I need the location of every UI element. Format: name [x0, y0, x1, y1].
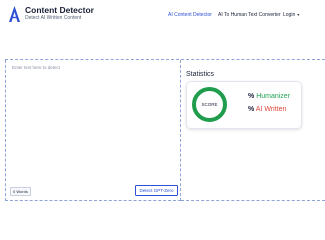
score-card: SCORE % Humanizer % AI Written [186, 81, 302, 129]
chevron-down-icon: ▾ [297, 12, 300, 17]
nav-ai-to-human-converter[interactable]: AI To Human Text Converter [218, 12, 281, 18]
score-label: SCORE [201, 102, 218, 107]
humanizer-percent: % [248, 93, 255, 100]
word-count-badge: 0 Words [10, 187, 31, 196]
login-label: Login [283, 12, 296, 18]
brand-subtitle: Detect AI Written Content [25, 15, 82, 21]
score-gauge: SCORE [190, 85, 229, 124]
header: Content Detector Detect AI Written Conte… [0, 0, 325, 32]
ai-written-result: % AI Written [248, 106, 286, 113]
statistics-title: Statistics [186, 71, 215, 78]
ai-written-percent: % [248, 106, 255, 113]
login-menu[interactable]: Login ▾ [283, 12, 299, 18]
ai-written-label: AI Written [255, 106, 287, 113]
humanizer-result: % Humanizer [248, 93, 290, 100]
letter-a-logo-icon[interactable] [8, 5, 21, 23]
text-input[interactable] [12, 65, 176, 177]
brand-title: Content Detector [25, 5, 94, 15]
humanizer-label: Humanizer [256, 93, 291, 100]
editor-panel: 0 Words Detect GPT-Zero [5, 60, 181, 201]
statistics-panel: Statistics SCORE % Humanizer % AI Writte… [181, 60, 325, 201]
detect-button[interactable]: Detect GPT-Zero [135, 185, 178, 196]
nav-ai-content-detector[interactable]: AI Content Detector [168, 12, 212, 18]
